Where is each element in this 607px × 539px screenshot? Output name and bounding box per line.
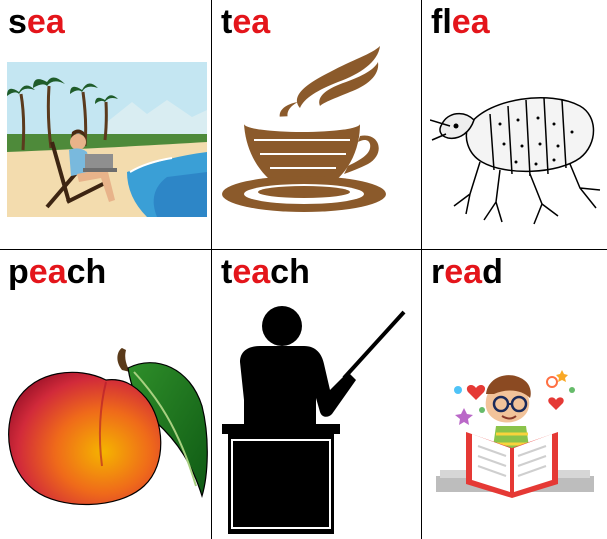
word-teach-highlight: ea xyxy=(232,253,271,291)
word-peach-part-1: p xyxy=(8,253,29,291)
card-tea: tea xyxy=(212,0,421,249)
word-sea-part: s xyxy=(8,3,27,41)
word-tea-part: t xyxy=(221,3,233,41)
word-sea-highlight: ea xyxy=(26,3,65,41)
word-flea-highlight: ea xyxy=(451,3,490,41)
word-flea: flea xyxy=(431,2,490,42)
grid-divider-2 xyxy=(421,0,422,539)
word-flea-part: fl xyxy=(431,3,452,41)
flea-illustration xyxy=(430,97,601,225)
peach-illustration xyxy=(8,348,208,506)
word-read-part-1: r xyxy=(431,253,445,291)
teacher-illustration xyxy=(222,306,406,534)
word-tea-highlight: ea xyxy=(232,3,271,41)
word-peach-part-2: ch xyxy=(66,253,107,291)
reading-child-illustration xyxy=(436,370,594,498)
word-read-highlight: ea xyxy=(444,253,483,291)
word-sea: sea xyxy=(8,2,65,42)
card-flea: flea xyxy=(422,0,607,249)
card-read: read xyxy=(422,250,607,539)
teacup-illustration xyxy=(222,46,386,212)
word-read: read xyxy=(431,252,503,292)
grid-divider-1 xyxy=(211,0,212,539)
word-read-part-2: d xyxy=(482,253,503,291)
word-peach-highlight: ea xyxy=(28,253,67,291)
card-peach: peach xyxy=(0,250,211,539)
word-tea: tea xyxy=(221,2,270,42)
grid-divider-row xyxy=(0,249,607,250)
word-peach: peach xyxy=(8,252,106,292)
word-teach-part-1: t xyxy=(221,253,233,291)
card-teach: teach xyxy=(212,250,421,539)
word-teach: teach xyxy=(221,252,310,292)
card-sea: sea xyxy=(0,0,211,249)
word-teach-part-2: ch xyxy=(270,253,310,291)
beach-illustration xyxy=(7,62,207,217)
phonics-card-grid: sea tea flea peach teach read xyxy=(0,0,607,539)
